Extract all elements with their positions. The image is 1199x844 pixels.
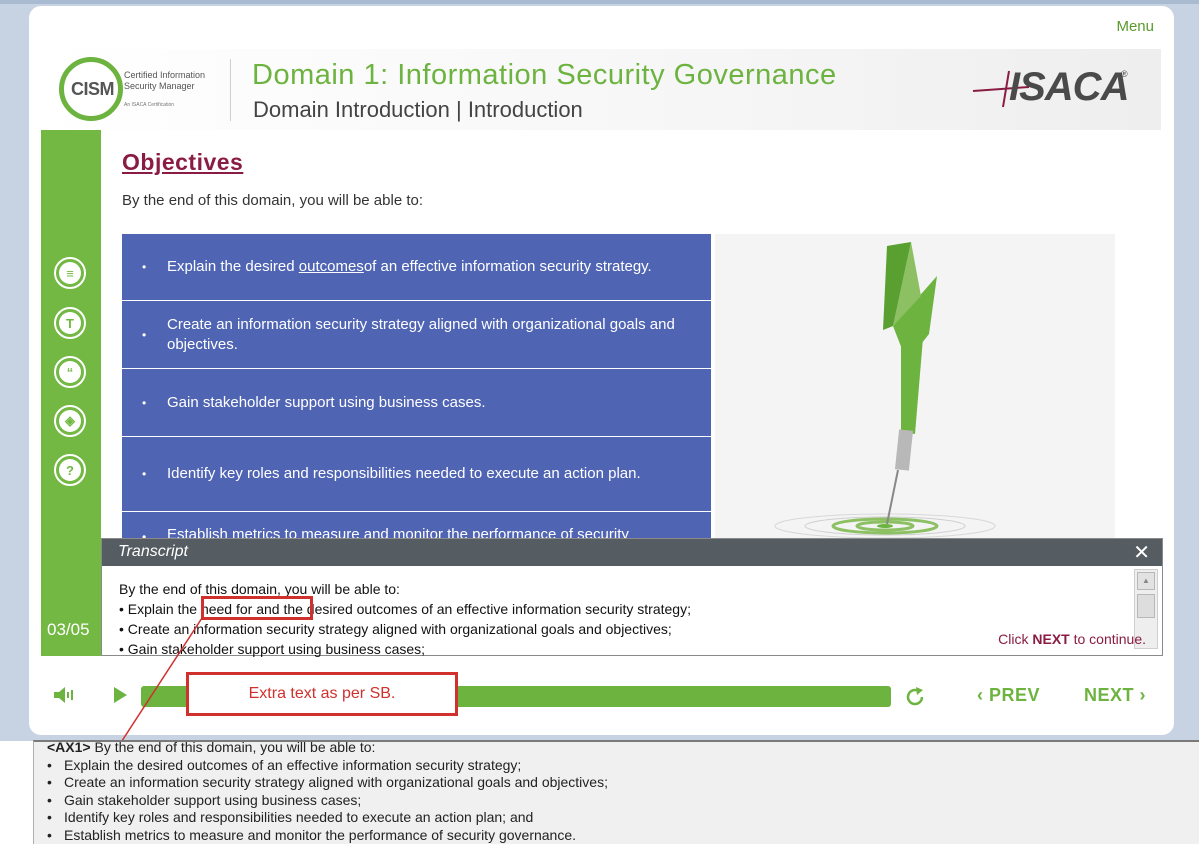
objectives-heading: Objectives [122,149,244,175]
transcript-icon[interactable]: T [54,307,86,339]
course-banner: CISM Certified Information Security Mana… [41,49,1161,130]
cism-logo-text: CISM [71,79,115,99]
notes-icon[interactable]: ≡ [54,257,86,289]
scroll-up-icon[interactable]: ▲ [1137,572,1155,590]
isaca-logo: ISACA ® [971,65,1141,115]
quote-icon[interactable]: “ [54,356,86,388]
notes-tag: <AX1> [47,739,91,755]
isaca-logo-text: ISACA [1009,65,1129,109]
notes-text: <AX1> By the end of this domain, you wil… [47,739,608,844]
notes-panel: <AX1> By the end of this domain, you wil… [33,739,1199,844]
chevron-left-icon: ‹ [977,685,984,705]
review-highlight-box [201,596,313,620]
notes-bullet: Explain the desired outcomes of an effec… [47,757,608,775]
dart-target-image [715,234,1115,540]
transcript-header: Transcript [102,539,1162,566]
objectives-list: Explain the desired outcomes of an effec… [122,234,711,540]
close-icon[interactable]: ✕ [1133,540,1150,565]
page-counter: 03/05 [47,620,90,639]
objective-item: Create an information security strategy … [122,301,711,368]
domain-subtitle: Domain Introduction | Introduction [253,97,583,122]
play-icon[interactable] [112,686,128,704]
dart-illustration [774,242,996,539]
notes-bullet: Identify key roles and responsibilities … [47,809,608,827]
objectives-intro: By the end of this domain, you will be a… [122,192,424,209]
next-button[interactable]: NEXT › [1084,685,1146,706]
objective-item: Establish metrics to measure and monitor… [122,512,711,540]
domain-title: Domain 1: Information Security Governanc… [252,59,837,91]
notes-bullet: Establish metrics to measure and monitor… [47,827,608,844]
review-callout: Extra text as per SB. [186,672,458,716]
scroll-thumb[interactable] [1137,594,1155,618]
help-icon[interactable]: ? [54,454,86,486]
course-player: Menu CISM Certified Information Security… [29,6,1174,735]
prev-button[interactable]: ‹ PREV [977,685,1040,706]
objective-item: Explain the desired outcomes of an effec… [122,234,711,300]
menu-link[interactable]: Menu [1116,18,1154,35]
cism-logo-subtitle: Certified Information Security Manager [124,70,206,91]
replay-icon[interactable] [903,685,927,709]
volume-icon[interactable] [52,685,74,705]
notes-bullet: Gain stakeholder support using business … [47,792,608,810]
outcomes-link[interactable]: outcomes [299,257,364,277]
sidebar: ≡ T “ ◈ ? 03/05 [41,130,101,656]
banner-divider [230,59,231,121]
chevron-right-icon: › [1139,685,1147,705]
layers-icon[interactable]: ◈ [54,405,86,437]
objective-item: Identify key roles and responsibilities … [122,437,711,511]
transcript-title: Transcript [118,543,188,560]
cism-tagline: An ISACA Certification [124,102,175,108]
click-next-hint: Click NEXT to continue. [998,631,1146,647]
window-top-strip [0,0,1199,4]
objective-item: Gain stakeholder support using business … [122,369,711,436]
notes-bullet: Create an information security strategy … [47,774,608,792]
cism-logo: CISM [59,57,123,121]
